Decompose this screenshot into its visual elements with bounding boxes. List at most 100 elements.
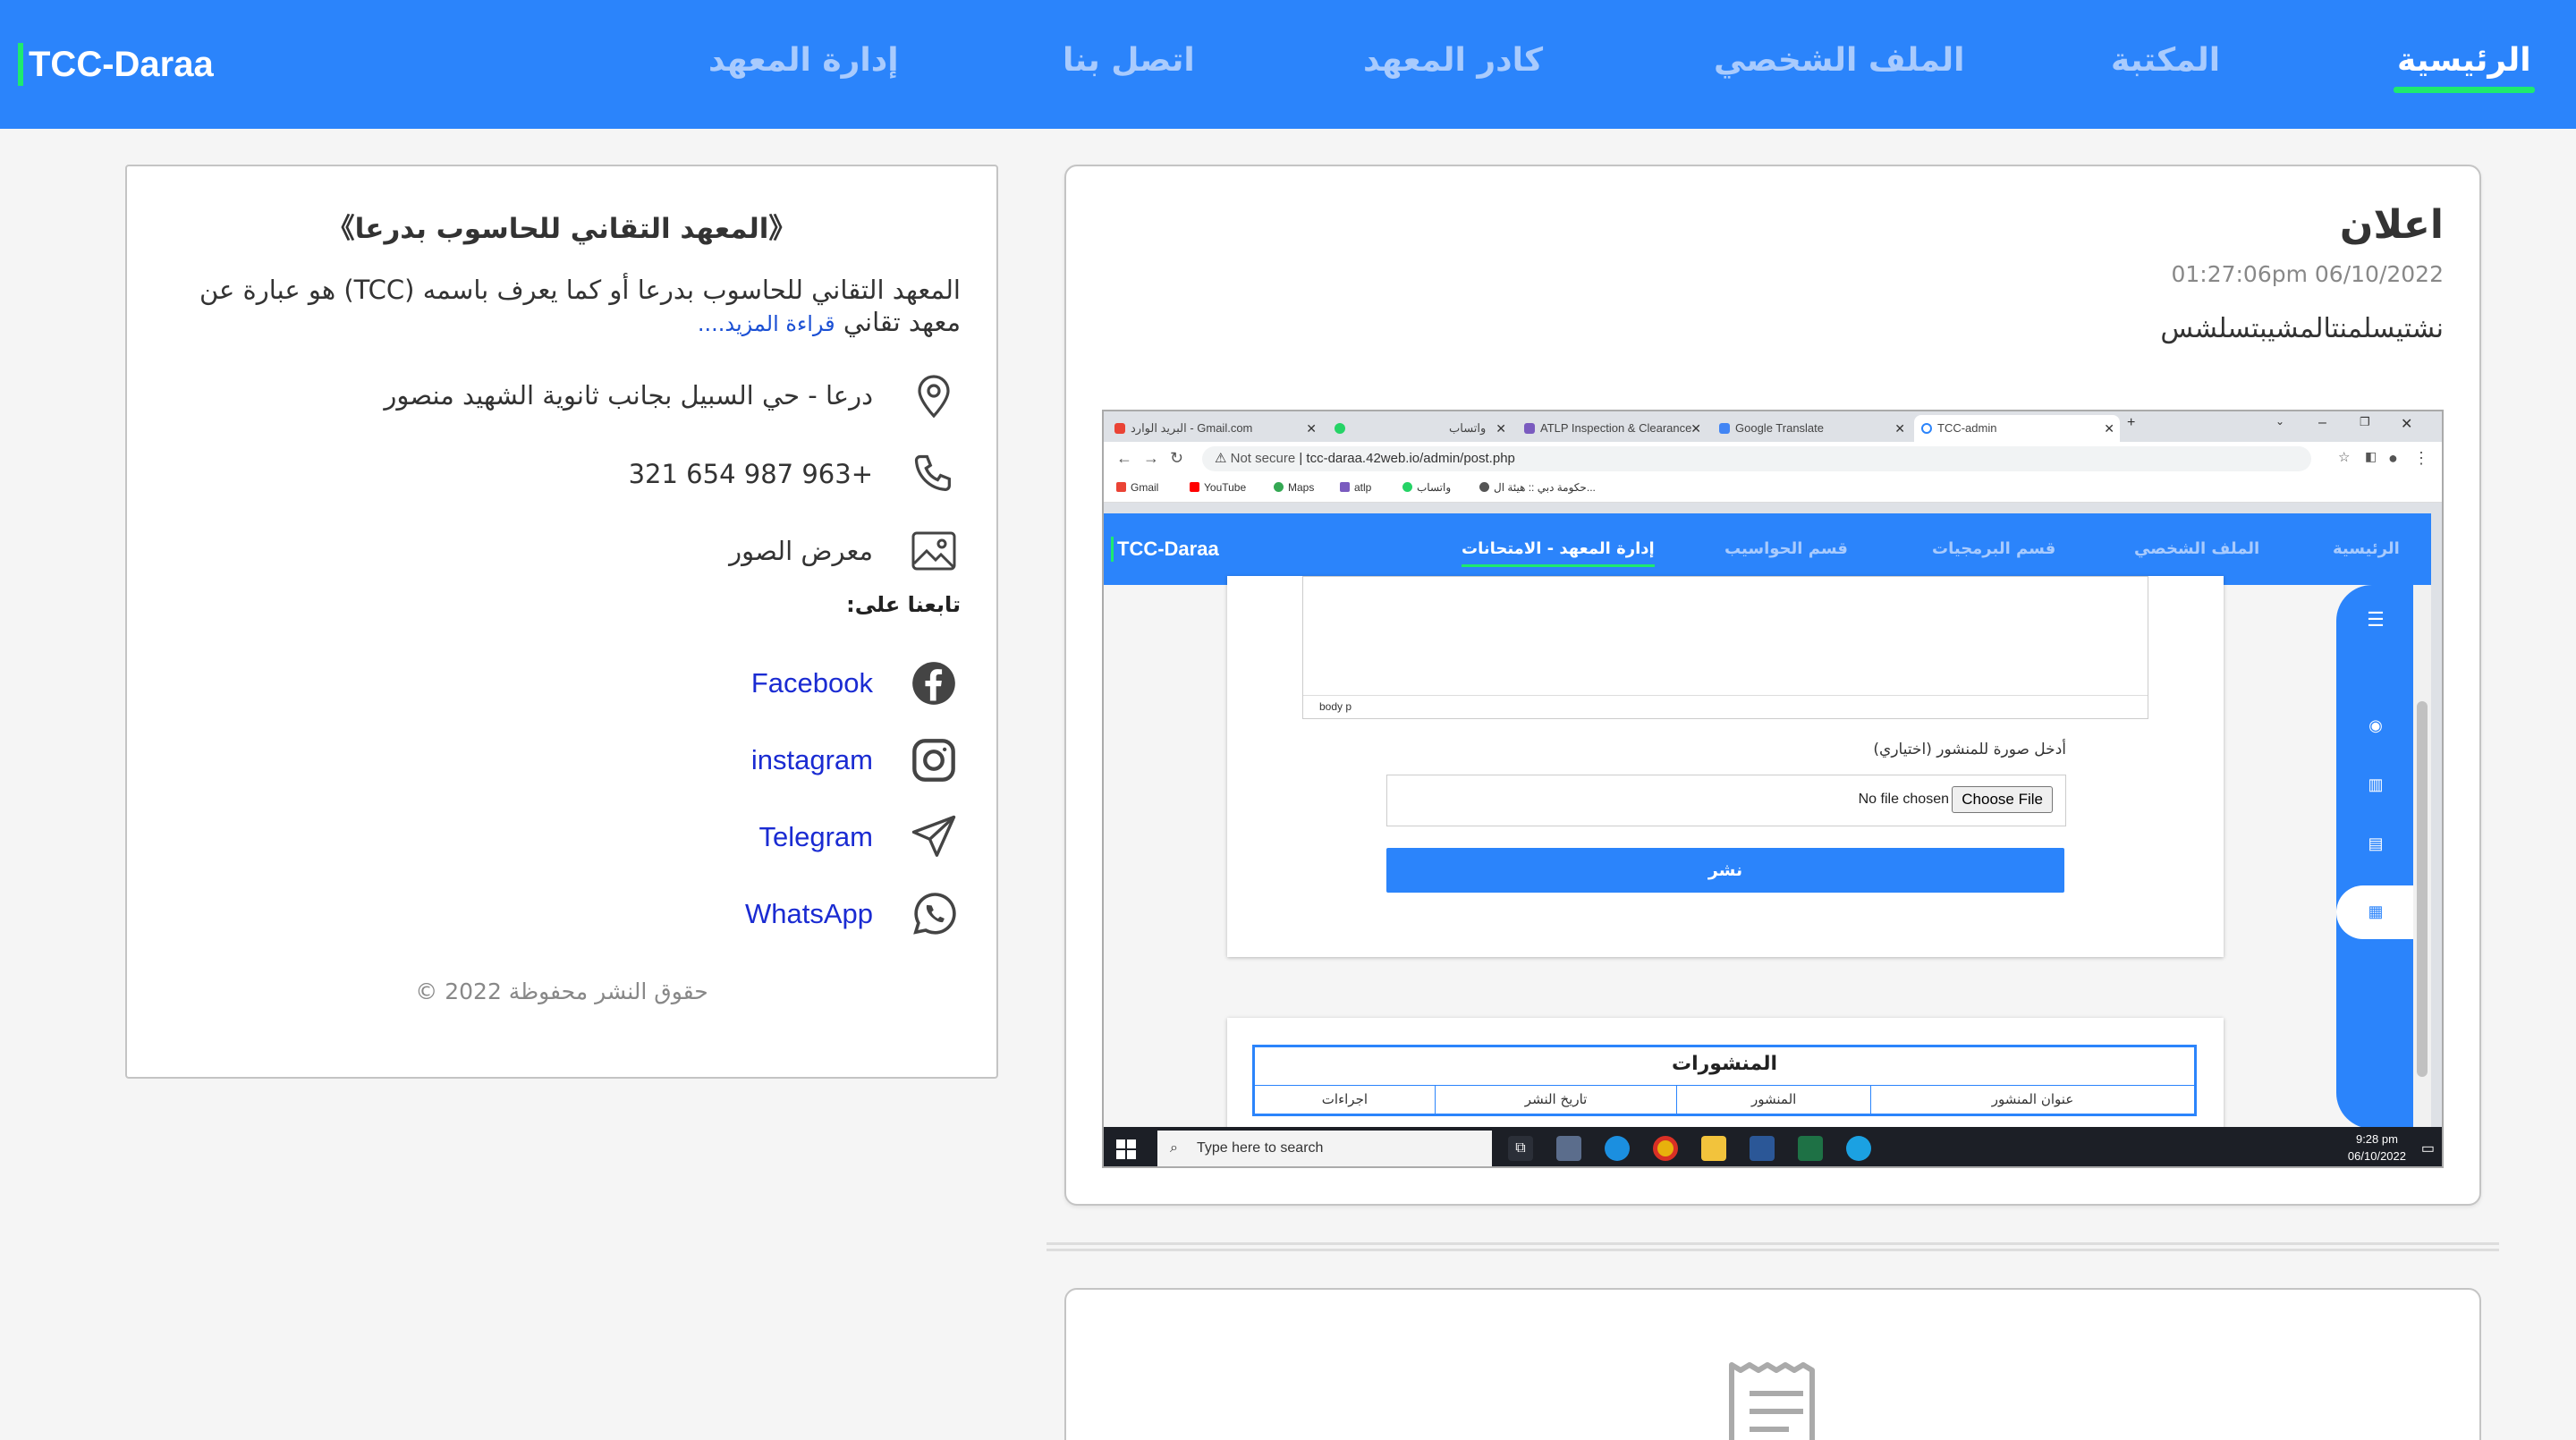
user-circle-icon: ◉	[2368, 716, 2383, 734]
profile-icon: ●	[2388, 449, 2398, 467]
inner-nav-admin: إدارة المعهد - الامتحانات	[1462, 537, 1655, 567]
gallery-row[interactable]: معرض الصور	[729, 524, 961, 578]
close-icon: ✕	[1496, 421, 1506, 436]
taskbar-clock: 9:28 pm 06/10/2022	[2348, 1131, 2406, 1165]
scrollbar-thumb	[2417, 701, 2428, 1077]
close-icon: ✕	[1894, 421, 1905, 436]
nav-item-profile[interactable]: الملف الشخصي	[1714, 36, 1964, 86]
social-whatsapp[interactable]: WhatsApp	[745, 887, 961, 941]
chrome-icon	[1653, 1136, 1678, 1161]
atlp-icon	[1524, 423, 1535, 434]
image-upload-label: أدخل صورة للمنشور (اختياري)	[1873, 741, 2066, 758]
url-field: ⚠ Not secure | tcc-daraa.42web.io/admin/…	[1202, 446, 2311, 471]
new-tab-icon: +	[2127, 415, 2136, 430]
browser-tab-label: TCC-admin	[1937, 421, 1997, 435]
maps-icon	[1274, 482, 1284, 492]
windows-taskbar: ⌕ Type here to search ⧉ 9:28 pm 06/10/2022…	[1104, 1127, 2442, 1166]
nav-item-staff[interactable]: كادر المعهد	[1363, 36, 1543, 86]
choose-file-button: Choose File	[1952, 786, 2053, 813]
browser-tab: واتساب ✕	[1327, 415, 1512, 442]
menu-dots-icon: ⋮	[2413, 449, 2429, 467]
forward-arrow-icon: →	[1143, 449, 1159, 467]
warning-icon: ⚠	[1215, 451, 1231, 466]
facebook-link[interactable]: Facebook	[751, 667, 873, 699]
inner-page: body p أدخل صورة للمنشور (اختياري) No fi…	[1104, 576, 2431, 1143]
translate-icon	[1719, 423, 1730, 434]
telegram-icon	[907, 810, 961, 864]
bookmark-label: Gmail	[1131, 481, 1159, 494]
browser-tab-label: ATLP Inspection & Clearance	[1540, 421, 1692, 435]
brand-logo[interactable]: TCC-Daraa	[18, 43, 214, 86]
hamburger-menu-icon: ☰	[2367, 608, 2385, 631]
taskbar-search-text: Type here to search	[1197, 1140, 1324, 1156]
whatsapp-icon	[1402, 482, 1412, 492]
instagram-icon	[907, 733, 961, 787]
url-separator: |	[1295, 451, 1307, 466]
publish-button: نشر	[1386, 848, 2064, 893]
social-instagram[interactable]: instagram	[751, 733, 961, 787]
whatsapp-link[interactable]: WhatsApp	[745, 898, 873, 930]
inbox-icon: ▤	[2368, 834, 2384, 852]
post-card: اعلان 01:27:06pm 06/10/2022 نشتيسلمنتالم…	[1064, 165, 2481, 1206]
atlp-icon	[1340, 482, 1350, 492]
search-icon: ⌕	[1170, 1140, 1178, 1156]
gallery-link[interactable]: معرض الصور	[729, 536, 873, 566]
minimize-icon: –	[2318, 415, 2326, 430]
bookmark-label: واتساب	[1417, 481, 1452, 494]
bookmark-item: Maps	[1274, 481, 1314, 494]
about-description: المعهد التقاني للحاسوب بدرعا أو كما يعرف…	[156, 274, 961, 340]
scrollbar	[2413, 585, 2431, 1129]
inner-brand-logo: TCC-Daraa	[1111, 537, 1219, 562]
bookmark-item: atlp	[1340, 481, 1371, 494]
editor-status-bar: body p	[1303, 695, 2148, 718]
browser-tab-strip: البريد الوارد - Gmail.com ✕ واتساب ✕ ATLP …	[1104, 411, 2442, 442]
nav-item-contact[interactable]: اتصل بنا	[1063, 36, 1195, 86]
post-image-screenshot[interactable]: البريد الوارد - Gmail.com ✕ واتساب ✕ ATLP …	[1102, 410, 2444, 1168]
nav-item-home[interactable]: الرئيسية	[2394, 36, 2535, 93]
windows-start-icon	[1116, 1139, 1136, 1159]
nav-item-institute-admin[interactable]: إدارة المعهد	[708, 36, 899, 86]
news-icon: ▦	[2368, 902, 2384, 920]
bookmark-label: Maps	[1288, 481, 1315, 494]
instagram-link[interactable]: instagram	[751, 744, 873, 776]
column-header: اجراءات	[1321, 1091, 1368, 1107]
nav-item-library[interactable]: المكتبة	[2111, 36, 2220, 86]
new-post-form: body p أدخل صورة للمنشور (اختياري) No fi…	[1227, 576, 2224, 957]
document-placeholder-icon	[1729, 1362, 1815, 1440]
phone-text: +963 987 654 321	[628, 459, 873, 489]
gmail-icon	[1116, 482, 1126, 492]
bookmarks-bar: Gmail YouTube Maps atlp واتساب حكومة دبي…	[1104, 476, 2442, 503]
globe-icon	[1921, 423, 1932, 434]
browser-tab-active: TCC-admin ✕	[1914, 415, 2120, 442]
post-title: اعلان	[2339, 202, 2444, 248]
browser-tab-label: Google Translate	[1735, 421, 1825, 435]
file-input: No file chosen Choose File	[1386, 775, 2066, 826]
no-file-text: No file chosen	[1858, 792, 1949, 807]
restore-icon: ❐	[2360, 415, 2370, 428]
posts-table-header: عنوان المنشور المنشور تاريخ النشر اجراءا…	[1255, 1085, 2194, 1114]
column-header: تاريخ النشر	[1434, 1086, 1676, 1114]
internet-explorer-icon	[1846, 1136, 1871, 1161]
social-facebook[interactable]: Facebook	[751, 656, 961, 710]
youtube-icon	[1190, 482, 1199, 492]
browser-address-bar: ← → ↻ ⚠ Not secure | tcc-daraa.42web.io/…	[1104, 442, 2442, 476]
social-telegram[interactable]: Telegram	[759, 810, 962, 864]
image-gallery-icon	[907, 524, 961, 578]
address-text: درعا - حي السبيل بجانب ثانوية الشهيد منص…	[384, 380, 873, 411]
telegram-link[interactable]: Telegram	[759, 821, 874, 853]
whatsapp-icon	[907, 887, 961, 941]
inner-nav-computers: قسم الحواسيب	[1724, 539, 1848, 558]
post-separator	[1046, 1242, 2499, 1251]
close-window-icon: ✕	[2401, 417, 2413, 432]
bookmark-item: Gmail	[1116, 481, 1158, 494]
not-secure-label: Not secure	[1230, 451, 1296, 466]
back-arrow-icon: ←	[1116, 449, 1132, 467]
top-navbar: TCC-Daraa إدارة المعهد اتصل بنا كادر الم…	[0, 0, 2576, 129]
posts-table-card: المنشورات عنوان المنشور المنشور تاريخ ال…	[1227, 1018, 2224, 1143]
clock-time: 9:28 pm	[2355, 1132, 2398, 1146]
inner-sidebar: ☰ ◉ ▥ ▤ ▦	[2336, 585, 2413, 1129]
post-card-next	[1064, 1288, 2481, 1440]
browser-tab-label: واتساب	[1449, 421, 1487, 435]
close-icon: ✕	[1306, 421, 1317, 436]
read-more-link[interactable]: قراءة المزيد....	[698, 311, 835, 336]
